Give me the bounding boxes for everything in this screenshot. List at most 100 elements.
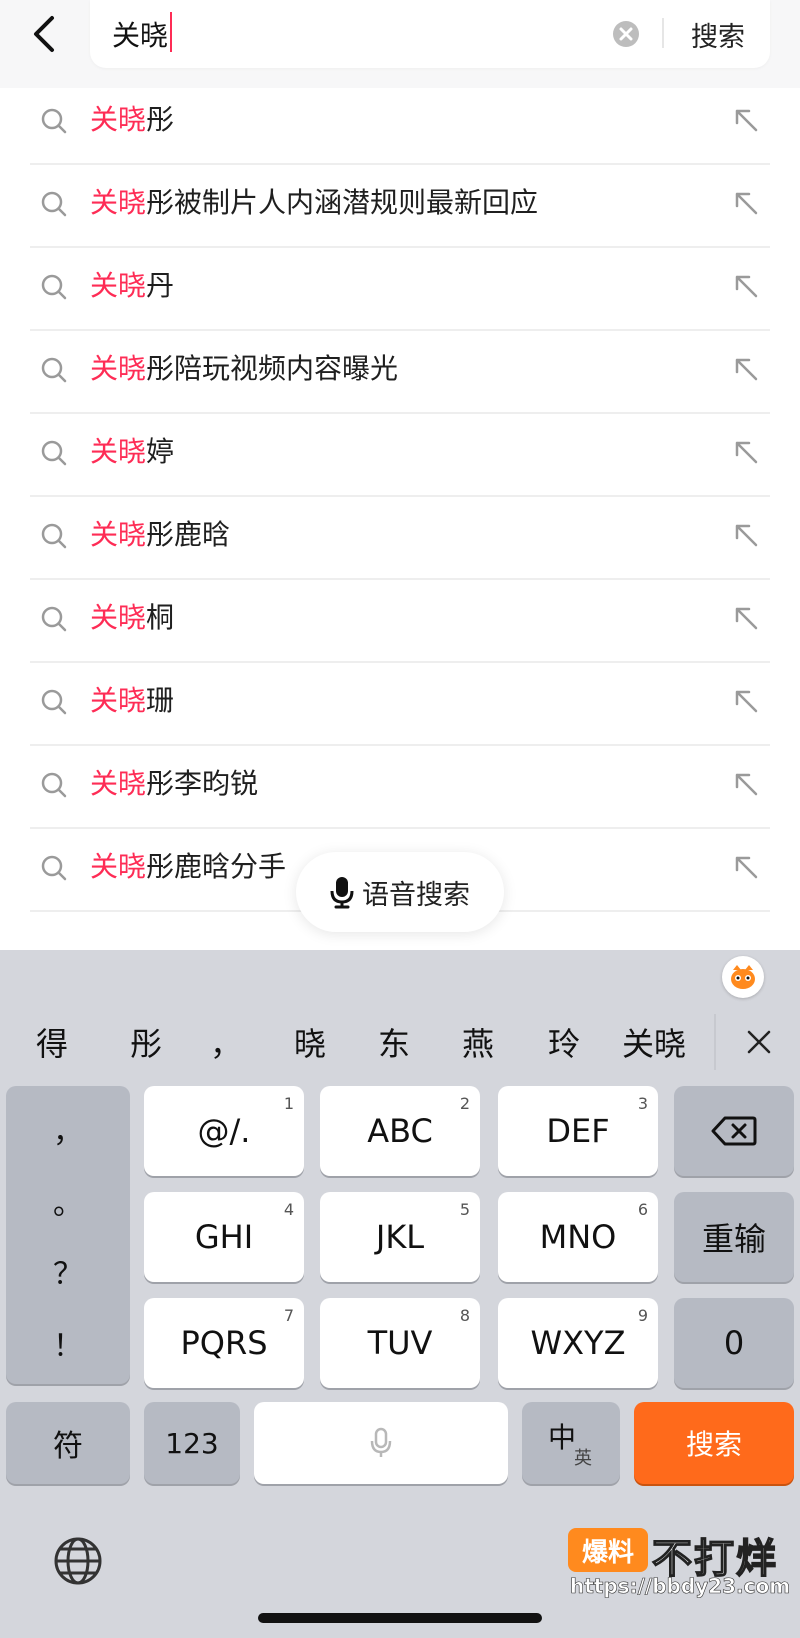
suggestion-item[interactable]: 关晓彤陪玩视频内容曝光	[30, 331, 770, 414]
key-6[interactable]: MNO 6	[498, 1192, 658, 1282]
search-icon	[41, 855, 67, 881]
search-icon	[41, 689, 67, 715]
key-number: 8	[459, 1306, 470, 1325]
search-icon	[41, 357, 67, 383]
suggestion-rest: 彤李昀锐	[146, 767, 259, 800]
candidate-bar: 得彤 ， 晓东燕玲关晓	[0, 1000, 800, 1088]
suggestion-highlight: 关晓	[90, 684, 147, 717]
key-3[interactable]: DEF 3	[498, 1086, 658, 1176]
chevron-left-icon	[34, 16, 54, 52]
suggestion-item[interactable]: 关晓彤被制片人内涵潜规则最新回应	[30, 165, 770, 248]
suggestion-text: 关晓彤鹿晗	[90, 515, 230, 555]
key-label: MNO	[539, 1218, 617, 1256]
suggestion-item[interactable]: 关晓婷	[30, 414, 770, 497]
close-icon	[747, 1030, 771, 1054]
lang-primary-label: 中	[548, 1421, 577, 1454]
key-8[interactable]: TUV 8	[320, 1298, 480, 1388]
watermark: 爆料 不打烊 https://bbdy23.com	[568, 1528, 790, 1598]
backspace-icon	[711, 1116, 757, 1146]
suggestion-item[interactable]: 关晓彤李昀锐	[30, 746, 770, 829]
search-header: 搜索	[0, 0, 800, 88]
punctuation-key[interactable]: ，	[6, 1094, 130, 1164]
key-label: DEF	[546, 1112, 610, 1150]
suggestion-rest: 丹	[146, 269, 175, 302]
search-icon	[41, 191, 67, 217]
key-label: TUV	[367, 1324, 433, 1362]
fill-query-arrow-icon[interactable]	[730, 187, 762, 219]
candidate-word[interactable]: 得	[24, 1014, 80, 1070]
fill-query-arrow-icon[interactable]	[730, 104, 762, 136]
candidate-word[interactable]: 燕	[440, 1014, 516, 1070]
key-4[interactable]: GHI 4	[144, 1192, 304, 1282]
space-key[interactable]	[254, 1402, 508, 1484]
suggestion-rest: 婷	[146, 435, 175, 468]
fill-query-arrow-icon[interactable]	[730, 851, 762, 883]
punctuation-column: ， 。 ？ ！	[6, 1086, 130, 1384]
watermark-logo: 爆料	[568, 1528, 648, 1572]
suggestion-highlight: 关晓	[90, 186, 147, 219]
key-1[interactable]: @/. 1	[144, 1086, 304, 1176]
punctuation-key[interactable]: ？	[6, 1236, 130, 1306]
suggestion-item[interactable]: 关晓桐	[30, 580, 770, 663]
fill-query-arrow-icon[interactable]	[730, 685, 762, 717]
candidate-word[interactable]: ，	[206, 1014, 246, 1070]
candidate-word[interactable]: 晓	[272, 1014, 348, 1070]
suggestion-item[interactable]: 关晓彤	[30, 82, 770, 165]
text-caret	[170, 12, 172, 52]
watermark-url: https://bbdy23.com	[570, 1574, 791, 1599]
close-candidates-button[interactable]	[714, 1014, 800, 1070]
search-input[interactable]	[112, 12, 592, 56]
language-switch-key[interactable]: 中 英	[522, 1402, 620, 1484]
key-label: GHI	[194, 1218, 254, 1256]
retype-key[interactable]: 重输	[674, 1192, 794, 1282]
candidate-word[interactable]: 彤	[118, 1014, 174, 1070]
candidate-word[interactable]: 玲	[526, 1014, 602, 1070]
search-action-key[interactable]: 搜索	[634, 1402, 794, 1484]
keyboard-mascot-icon[interactable]	[722, 956, 764, 998]
suggestion-item[interactable]: 关晓彤鹿晗	[30, 497, 770, 580]
backspace-key[interactable]	[674, 1086, 794, 1176]
candidate-word[interactable]: 关晓	[602, 1014, 706, 1070]
suggestion-text: 关晓彤	[90, 100, 174, 140]
search-button[interactable]: 搜索	[678, 12, 758, 56]
suggestion-item[interactable]: 关晓珊	[30, 663, 770, 746]
suggestion-rest: 彤被制片人内涵潜规则最新回应	[146, 186, 539, 219]
key-7[interactable]: PQRS 7	[144, 1298, 304, 1388]
suggestion-text: 关晓彤陪玩视频内容曝光	[90, 349, 398, 389]
fill-query-arrow-icon[interactable]	[730, 602, 762, 634]
keyboard: 得彤 ， 晓东燕玲关晓 ， 。 ？ ！ @/. 1 ABC 2 DEF 3 GHI …	[0, 950, 800, 1638]
suggestion-text: 关晓彤李昀锐	[90, 764, 258, 804]
fill-query-arrow-icon[interactable]	[730, 519, 762, 551]
fill-query-arrow-icon[interactable]	[730, 768, 762, 800]
search-icon	[41, 108, 67, 134]
key-5[interactable]: JKL 5	[320, 1192, 480, 1282]
suggestion-highlight: 关晓	[90, 269, 147, 302]
key-label: ABC	[367, 1112, 433, 1150]
suggestion-highlight: 关晓	[90, 601, 147, 634]
punctuation-key[interactable]: ！	[6, 1308, 130, 1378]
key-9[interactable]: WXYZ 9	[498, 1298, 658, 1388]
fill-query-arrow-icon[interactable]	[730, 436, 762, 468]
search-icon	[41, 772, 67, 798]
globe-icon[interactable]	[52, 1535, 104, 1587]
suggestion-text: 关晓彤被制片人内涵潜规则最新回应	[90, 183, 538, 223]
suggestion-rest: 彤鹿晗分手	[146, 850, 287, 883]
suggestion-list: 关晓彤 关晓彤被制片人内涵潜规则最新回应 关晓丹 关晓彤陪玩视频内容曝光 关晓婷 关晓彤鹿…	[0, 82, 800, 912]
clear-button[interactable]	[610, 18, 642, 50]
fill-query-arrow-icon[interactable]	[730, 270, 762, 302]
punctuation-key[interactable]: 。	[6, 1166, 130, 1236]
fill-query-arrow-icon[interactable]	[730, 353, 762, 385]
numeric-key[interactable]: 123	[144, 1402, 240, 1484]
suggestion-item[interactable]: 关晓丹	[30, 248, 770, 331]
suggestion-rest: 彤	[146, 103, 175, 136]
voice-search-button[interactable]: 语音搜索	[296, 852, 504, 932]
suggestion-highlight: 关晓	[90, 103, 147, 136]
key-2[interactable]: ABC 2	[320, 1086, 480, 1176]
key-number: 6	[637, 1200, 648, 1219]
key-0[interactable]: 0	[674, 1298, 794, 1388]
back-button[interactable]	[20, 8, 68, 60]
home-indicator[interactable]	[258, 1613, 542, 1623]
search-icon	[41, 523, 67, 549]
symbol-key[interactable]: 符	[6, 1402, 130, 1484]
candidate-word[interactable]: 东	[356, 1014, 432, 1070]
